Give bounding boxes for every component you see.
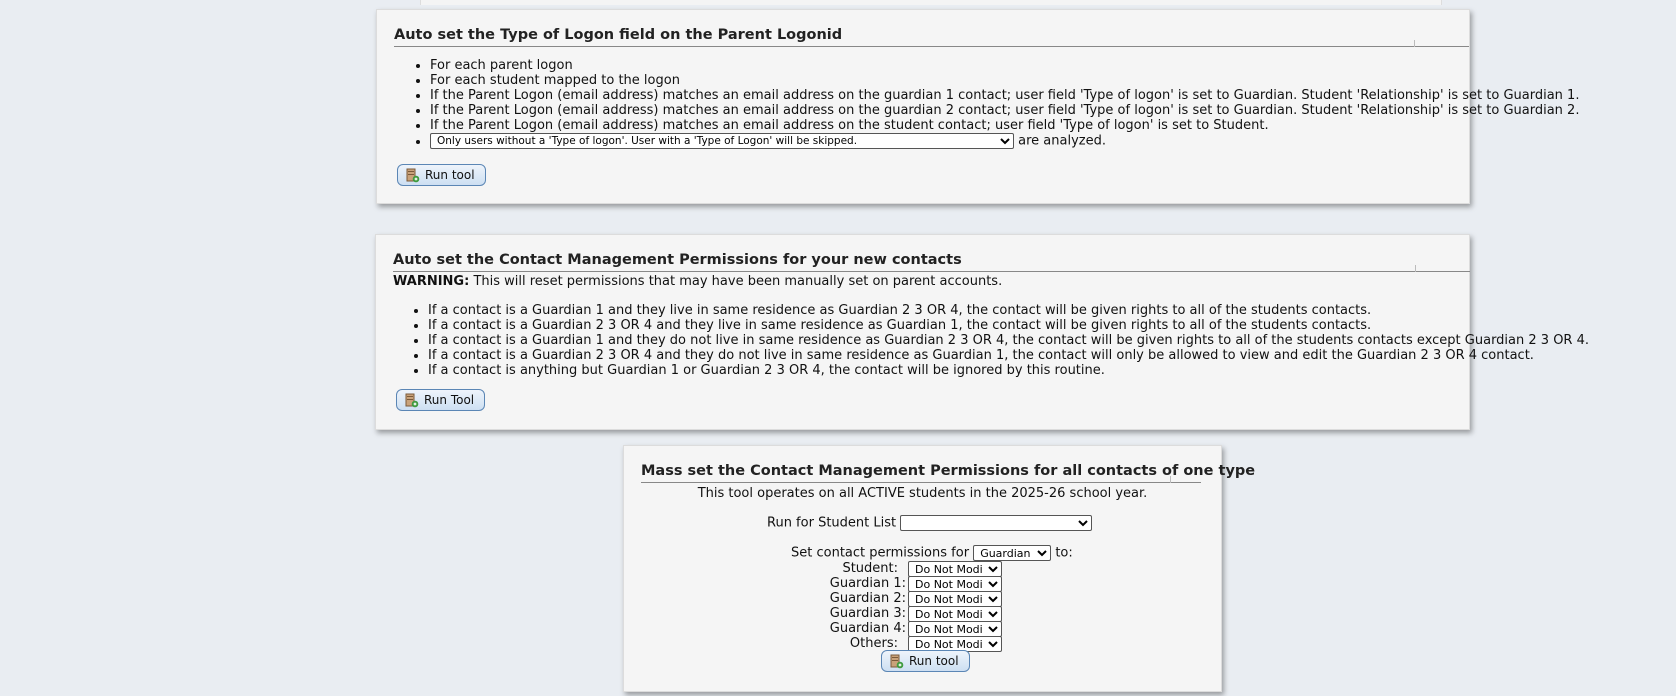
list-item: If the Parent Logon (email address) matc… [430,103,1579,118]
guardian-4-permission-select[interactable]: Do Not Modify [908,621,1002,637]
run-tool-button[interactable]: Run Tool [396,389,486,411]
list-item: If a contact is anything but Guardian 1 … [428,363,1589,378]
guardian-2-permission-select[interactable]: Do Not Modify [908,591,1002,607]
list-item: Only users without a 'Type of logon'. Us… [430,133,1579,149]
perm-row-others: Others: [849,636,898,651]
student-permission-select[interactable]: Do Not Modify [908,561,1002,577]
student-list-select[interactable] [900,515,1093,531]
panel-new-contacts: Auto set the Contact Management Permissi… [375,234,1589,430]
guardian-1-permission-select[interactable]: Do Not Modify [908,576,1002,592]
perm-row-guardian-4: Guardian 4: [829,621,906,636]
rule-list: If a contact is a Guardian 1 and they li… [408,303,1589,378]
perm-row-guardian-2: Guardian 2: [829,591,906,606]
set-permissions-row: Set contact permissions for Guardian 1 t… [791,545,1073,561]
analyze-scope-select[interactable]: Only users without a 'Type of logon'. Us… [430,133,1014,149]
list-item: For each student mapped to the logon [430,73,1579,88]
list-item: If a contact is a Guardian 1 and they do… [428,333,1589,348]
list-item: If a contact is a Guardian 2 3 OR 4 and … [428,318,1589,333]
info-text: This tool operates on all ACTIVE student… [697,486,1148,501]
panel-mass-set: Mass set the Contact Management Permissi… [623,445,1255,692]
list-item: If the Parent Logon (email address) matc… [430,118,1579,133]
list-item: For each parent logon [430,58,1579,73]
run-tool-icon [405,393,419,408]
panel-title: Auto set the Type of Logon field on the … [394,27,843,43]
rule-list: For each parent logon For each student m… [410,58,1579,149]
previous-panel-edge [420,0,1442,5]
contact-type-select[interactable]: Guardian 1 [973,545,1052,561]
perm-row-guardian-1: Guardian 1: [829,576,906,591]
list-item: If a contact is a Guardian 1 and they li… [428,303,1589,318]
student-list-row: Run for Student List [767,515,1093,531]
analyze-suffix: are analyzed. [1018,133,1106,149]
run-tool-button[interactable]: Run tool [881,650,970,672]
perm-row-student: Student: [842,561,898,576]
panel-type-of-logon: Auto set the Type of Logon field on the … [376,9,1579,204]
list-item: If the Parent Logon (email address) matc… [430,88,1579,103]
run-tool-button[interactable]: Run tool [397,164,486,186]
list-item: If a contact is a Guardian 2 3 OR 4 and … [428,348,1589,363]
run-tool-icon [406,168,420,183]
panel-title: Auto set the Contact Management Permissi… [393,252,962,268]
title-underline [394,46,1469,47]
perm-row-guardian-3: Guardian 3: [829,606,906,621]
panel-title: Mass set the Contact Management Permissi… [641,463,1256,479]
title-underline [641,482,1201,483]
run-tool-icon [890,654,904,669]
warning-text: WARNING: This will reset permissions tha… [393,274,1003,289]
title-underline [393,271,1470,272]
guardian-3-permission-select[interactable]: Do Not Modify [908,606,1002,622]
